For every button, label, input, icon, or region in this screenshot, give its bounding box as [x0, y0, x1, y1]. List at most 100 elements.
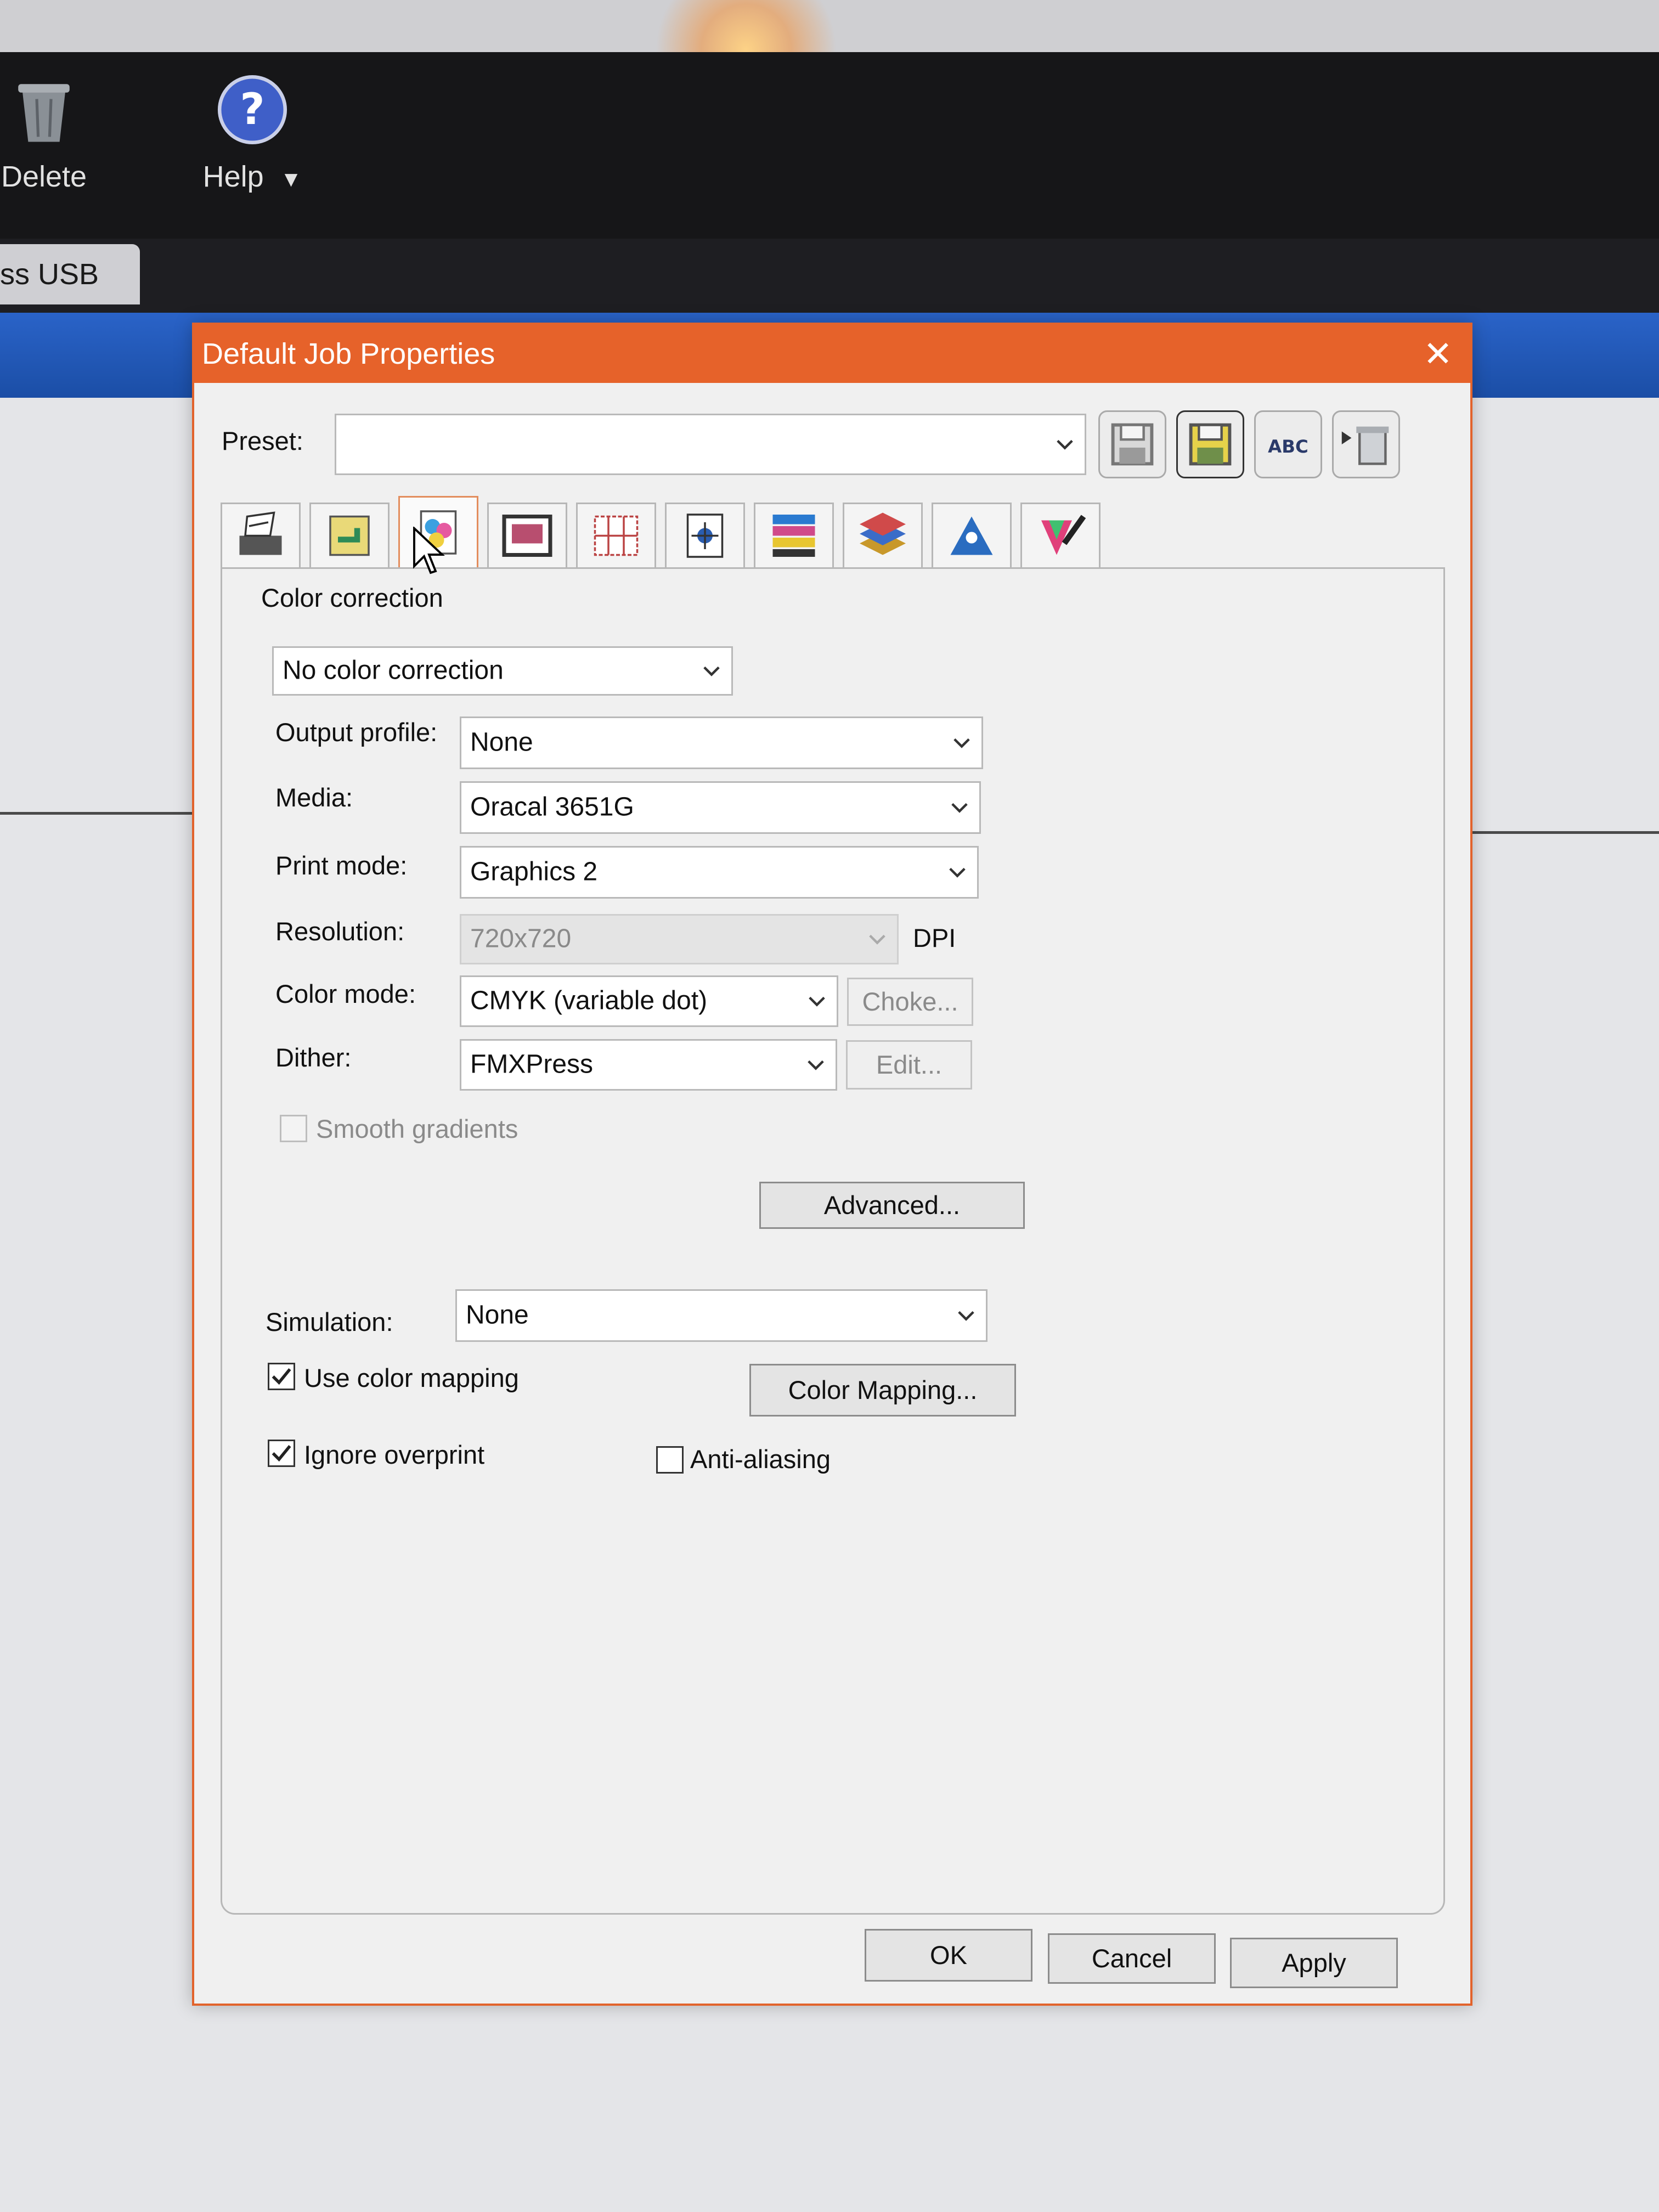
app-tab-strip: ess USB [0, 239, 1659, 313]
job-properties-dialog: Default Job Properties ✕ Preset: ABC Col… [192, 323, 1472, 2006]
color-mode-value: CMYK (variable dot) [470, 986, 708, 1015]
advanced-button-label: Advanced... [823, 1190, 961, 1220]
chevron-down-icon [869, 934, 885, 945]
ignore-overprint-label: Ignore overprint [304, 1440, 485, 1469]
smooth-gradients-checkbox[interactable] [280, 1115, 307, 1142]
smooth-gradients-label: Smooth gradients [316, 1114, 518, 1143]
color-mode-label: Color mode: [275, 979, 416, 1008]
close-icon[interactable]: ✕ [1417, 332, 1459, 375]
marks-tab-icon [686, 514, 724, 558]
chevron-down-icon [951, 803, 968, 813]
checkmark-icon [272, 1445, 291, 1462]
mouse-cursor-icon [413, 527, 445, 574]
print-mode-label: Print mode: [275, 851, 408, 880]
simulation-label: Simulation: [266, 1307, 393, 1336]
color-correction-dropdown[interactable]: No color correction [272, 646, 733, 696]
color-panel [221, 567, 1445, 1915]
advanced-button[interactable]: Advanced... [759, 1182, 1025, 1229]
dither-value: FMXPress [470, 1049, 594, 1079]
general-tab-icon [239, 511, 282, 555]
save-as-preset-button[interactable] [1176, 410, 1244, 478]
tab-printer[interactable] [487, 503, 567, 567]
cut-tab-icon [950, 516, 993, 555]
printer-tab[interactable]: ess USB [0, 244, 140, 304]
preset-label: Preset: [222, 426, 303, 455]
app-toolbar: Delete ? Help ▼ [0, 52, 1659, 239]
tiling-tab-icon [594, 515, 639, 556]
color-picker-tab-icon [1041, 515, 1086, 555]
cancel-button[interactable]: Cancel [1048, 1933, 1216, 1984]
dither-dropdown[interactable]: FMXPress [460, 1039, 837, 1091]
tab-cut[interactable] [932, 503, 1012, 567]
ignore-overprint-checkbox[interactable] [268, 1440, 295, 1467]
chevron-down-icon [703, 666, 720, 676]
output-profile-label: Output profile: [275, 718, 438, 747]
tab-layers[interactable] [843, 503, 923, 567]
color-correction-value: No color correction [283, 656, 504, 685]
help-label: Help ▼ [202, 160, 302, 193]
color-mapping-button-label: Color Mapping... [788, 1375, 978, 1404]
save-icon [1111, 423, 1154, 466]
delete-preset-button[interactable] [1332, 410, 1400, 478]
chevron-down-icon [808, 1060, 824, 1070]
tab-color-bars[interactable] [754, 503, 834, 567]
use-color-mapping-label: Use color mapping [304, 1363, 519, 1392]
simulation-dropdown[interactable]: None [455, 1289, 988, 1342]
apply-button[interactable]: Apply [1230, 1938, 1398, 1988]
resolution-label: Resolution: [275, 917, 405, 946]
choke-button-label: Choke... [862, 987, 958, 1016]
printer-tab-icon [502, 515, 552, 557]
color-mapping-button[interactable]: Color Mapping... [749, 1364, 1016, 1417]
section-title: Color correction [261, 583, 443, 612]
delete-toolbar-button[interactable]: Delete [0, 74, 93, 194]
dialog-titlebar[interactable]: Default Job Properties ✕ [194, 325, 1470, 383]
anti-aliasing-label: Anti-aliasing [690, 1444, 831, 1474]
cancel-button-label: Cancel [1091, 1944, 1172, 1973]
output-profile-dropdown[interactable]: None [460, 716, 983, 769]
delete-preset-icon [1341, 426, 1389, 465]
tab-general[interactable] [221, 503, 301, 567]
ok-button[interactable]: OK [865, 1929, 1032, 1982]
trash-icon [18, 84, 70, 142]
preset-dropdown[interactable] [335, 414, 1086, 475]
print-mode-dropdown[interactable]: Graphics 2 [460, 846, 979, 899]
edit-button-label: Edit... [876, 1050, 943, 1079]
tab-color-picker[interactable] [1020, 503, 1101, 567]
dpi-unit-label: DPI [913, 923, 956, 952]
chevron-down-icon [958, 1311, 974, 1321]
help-toolbar-button[interactable]: ? Help ▼ [189, 74, 315, 194]
simulation-value: None [466, 1300, 529, 1330]
rename-icon: ABC [1268, 436, 1308, 457]
help-icon: ? [217, 75, 287, 145]
dither-label: Dither: [275, 1043, 352, 1072]
layers-tab-icon [860, 512, 906, 555]
media-dropdown[interactable]: Oracal 3651G [460, 781, 981, 834]
dialog-title: Default Job Properties [202, 337, 495, 370]
rename-preset-button[interactable]: ABC [1254, 410, 1322, 478]
anti-aliasing-checkbox[interactable] [656, 1446, 684, 1474]
tab-transform[interactable] [309, 503, 390, 567]
divider [0, 812, 192, 815]
apply-button-label: Apply [1282, 1948, 1346, 1977]
divider [1472, 831, 1659, 834]
use-color-mapping-checkbox[interactable] [268, 1363, 295, 1390]
chevron-down-icon [1057, 439, 1073, 450]
delete-label: Delete [1, 160, 87, 193]
edit-dither-button[interactable]: Edit... [846, 1040, 972, 1090]
resolution-value: 720x720 [470, 924, 572, 953]
help-dropdown-arrow-icon[interactable]: ▼ [280, 167, 302, 191]
color-mode-dropdown[interactable]: CMYK (variable dot) [460, 975, 838, 1027]
choke-button[interactable]: Choke... [847, 978, 973, 1026]
svg-text:?: ? [240, 85, 264, 134]
save-as-icon [1189, 423, 1232, 466]
tab-tiling[interactable] [576, 503, 656, 567]
tab-marks[interactable] [665, 503, 745, 567]
media-label: Media: [275, 783, 353, 812]
print-mode-value: Graphics 2 [470, 857, 598, 887]
save-preset-button[interactable] [1098, 410, 1166, 478]
rename-text: ABC [1268, 436, 1308, 457]
chevron-down-icon [953, 738, 970, 748]
output-profile-value: None [470, 727, 533, 757]
transform-tab-icon [329, 515, 370, 556]
ok-button-label: OK [930, 1940, 967, 1970]
